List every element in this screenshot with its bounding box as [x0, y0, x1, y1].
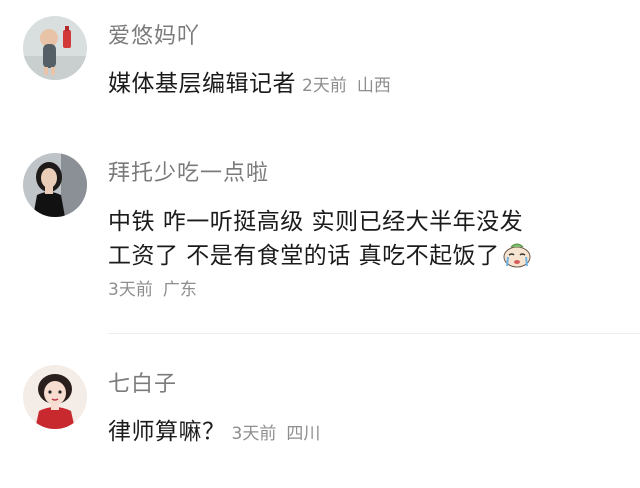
comment-divider [108, 333, 640, 334]
crying-face-emoji-icon [502, 239, 532, 269]
user-avatar[interactable] [23, 153, 87, 217]
baby-photo-avatar-icon [23, 16, 87, 80]
comment-time: 2天前 [302, 76, 347, 96]
comment-body: 媒体基层编辑记者 [108, 71, 296, 97]
comment-username[interactable]: 拜托少吃一点啦 [108, 155, 269, 187]
comment-item: 七白子 律师算嘛？ 3天前 四川 [0, 340, 640, 488]
comment-text-line1: 中铁 咋一听挺高级 实则已经大半年没发 [108, 209, 524, 235]
comment-meta: 3天前 四川 [232, 424, 321, 444]
comment-text: 律师算嘛？ 3天前 四川 [108, 412, 320, 446]
comment-body: 律师算嘛？ [108, 419, 226, 445]
cartoon-girl-avatar-icon [23, 365, 87, 429]
comment-location: 山西 [356, 76, 391, 96]
comment-item: 爱悠妈吖 媒体基层编辑记者 2天前 山西 [0, 0, 640, 130]
comment-username[interactable]: 爱悠妈吖 [108, 18, 200, 50]
user-avatar[interactable] [23, 365, 87, 429]
comment-location: 四川 [286, 424, 321, 444]
comment-location: 广东 [162, 280, 197, 300]
user-avatar[interactable] [23, 16, 87, 80]
comment-body-line2: 工资了 不是有食堂的话 真吃不起饭了 [108, 243, 500, 269]
comment-item: 拜托少吃一点啦 中铁 咋一听挺高级 实则已经大半年没发 工资了 不是有食堂的话 … [0, 130, 640, 340]
comment-meta: 2天前 山西 [302, 76, 391, 96]
comment-time: 3天前 [108, 280, 153, 300]
comment-username[interactable]: 七白子 [108, 366, 177, 398]
woman-photo-avatar-icon [23, 153, 87, 217]
comment-text: 媒体基层编辑记者 2天前 山西 [108, 64, 391, 98]
comment-text-line2: 工资了 不是有食堂的话 真吃不起饭了 [108, 236, 532, 270]
comment-time: 3天前 [231, 424, 277, 444]
comment-meta: 3天前 广东 [108, 275, 197, 300]
